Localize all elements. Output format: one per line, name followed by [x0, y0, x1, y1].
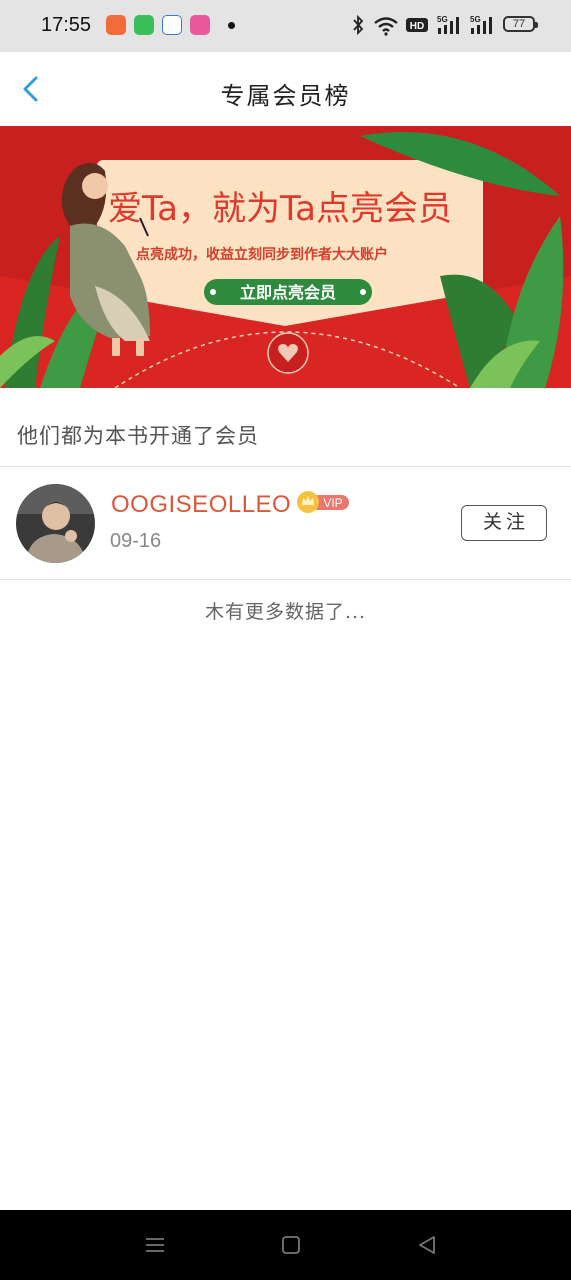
message-app-icon — [134, 15, 154, 35]
battery-icon: 77 — [503, 16, 538, 32]
member-date: 09-16 — [110, 530, 162, 552]
section-title: 他们都为本书开通了会员 — [17, 424, 259, 448]
signal-5g-icon-2: 5G — [470, 15, 492, 34]
signal2-label: 5G — [470, 15, 481, 24]
no-more-data-text: 木有更多数据了... — [204, 601, 367, 623]
app-header: 专属会员榜 — [0, 52, 571, 127]
bluetooth-icon — [353, 14, 364, 36]
wifi-icon — [374, 17, 398, 36]
back-nav-icon[interactable] — [414, 1232, 440, 1258]
status-bar: 17:55 HD 5G 5G 77 — [0, 0, 571, 52]
status-time: 17:55 — [41, 14, 92, 36]
vip-badge: VIP — [297, 491, 349, 513]
hd-icon: HD — [406, 18, 428, 32]
banner-subline: 点亮成功，收益立刻同步到作者大大账户 — [136, 246, 388, 263]
member-username[interactable]: OOGISEOLLEO — [111, 491, 291, 519]
promo-banner[interactable]: 爱Ta，就为Ta点亮会员 点亮成功，收益立刻同步到作者大大账户 立即点亮会员 — [0, 126, 571, 388]
home-icon[interactable] — [278, 1232, 304, 1258]
banner-headline: 爱Ta，就为Ta点亮会员 — [108, 189, 452, 229]
avatar[interactable] — [16, 484, 95, 563]
app-notification-icon — [106, 15, 126, 35]
member-list-item[interactable]: OOGISEOLLEO VIP 09-16 关注 — [0, 467, 571, 579]
banner-cta-label[interactable]: 立即点亮会员 — [240, 283, 336, 302]
banner-artwork: 爱Ta，就为Ta点亮会员 点亮成功，收益立刻同步到作者大大账户 立即点亮会员 — [0, 126, 571, 388]
follow-button[interactable]: 关注 — [461, 505, 547, 541]
signal1-label: 5G — [437, 15, 448, 24]
menu-icon[interactable] — [142, 1232, 168, 1258]
hd-label: HD — [410, 21, 424, 32]
more-notifications-dot — [228, 22, 235, 29]
signal-5g-icon-1: 5G — [437, 15, 459, 34]
vip-label: VIP — [323, 496, 342, 510]
divider — [0, 579, 571, 580]
baidu-app-icon — [162, 15, 182, 35]
bilibili-app-icon — [190, 15, 210, 35]
system-nav-bar — [0, 1210, 571, 1280]
page-title: 专属会员榜 — [220, 82, 351, 110]
